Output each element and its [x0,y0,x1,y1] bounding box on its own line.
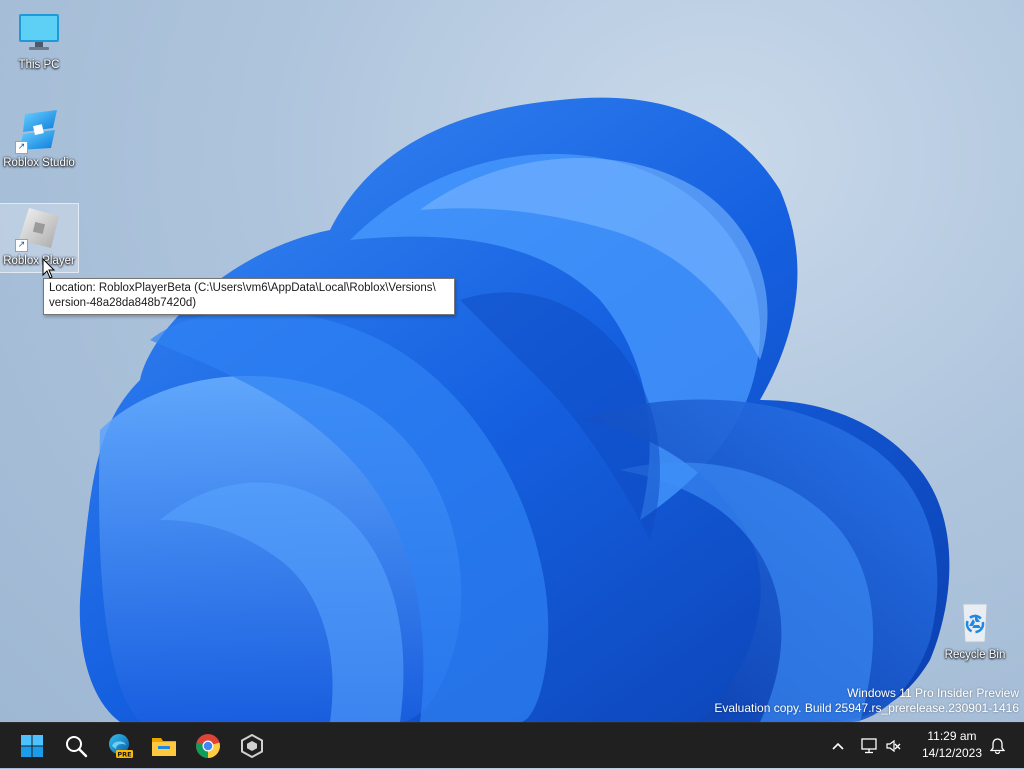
shortcut-arrow-icon: ↗ [15,141,28,154]
watermark-build: Evaluation copy. Build 25947.rs_prerelea… [714,701,1019,715]
start-icon [21,735,43,757]
tooltip-line-2: version-48a28da848b7420d) [49,297,197,309]
file-explorer-button[interactable] [145,727,183,765]
roblox-studio-icon: ↗ [15,106,63,154]
desktop-icon-this-pc[interactable]: This PC [0,8,79,71]
start-button[interactable] [13,727,51,765]
taskbar: PRE 11:29 am 14/12/2023 [0,722,1024,768]
file-explorer-icon [152,738,176,756]
edge-pre-badge: PRE [117,751,131,759]
desktop-icon-recycle-bin[interactable]: Recycle Bin [935,598,1015,661]
clock-date: 14/12/2023 [921,746,982,760]
roblox-player-icon: ↗ [15,204,63,252]
mouse-cursor-icon [42,258,56,279]
desktop-icon-roblox-studio[interactable]: ↗ Roblox Studio [0,106,79,169]
clock-button[interactable]: 11:29 am 14/12/2023 [922,728,982,762]
desktop-icon-label: This PC [18,59,60,71]
quick-settings-button[interactable] [858,723,904,769]
volume-muted-icon [886,739,901,753]
chrome-icon [196,734,220,758]
monitor-icon [15,8,63,56]
show-hidden-icons-button[interactable] [826,723,850,769]
desktop-icon-label: Roblox Player [3,255,75,267]
desktop-icon-label: Recycle Bin [944,649,1006,661]
wallpaper [79,97,950,722]
chevron-up-icon [832,742,844,750]
recycle-bin-icon [951,598,999,646]
network-icon [861,738,877,754]
bell-icon [989,738,1005,754]
roblox-studio-taskbar-button[interactable] [233,727,271,765]
search-button[interactable] [57,727,95,765]
notifications-button[interactable] [986,723,1008,769]
edge-preview-icon: PRE [109,734,133,759]
edge-preview-button[interactable]: PRE [101,727,139,765]
desktop-icon-roblox-player[interactable]: ↗ Roblox Player [0,203,79,273]
evaluation-watermark: Windows 11 Pro Insider Preview Evaluatio… [714,686,1019,716]
clock-time: 11:29 am [927,729,977,743]
tooltip-line-1: Location: RobloxPlayerBeta (C:\Users\vm6… [49,282,436,294]
shortcut-arrow-icon: ↗ [15,239,28,252]
watermark-edition: Windows 11 Pro Insider Preview [847,686,1019,700]
location-tooltip: Location: RobloxPlayerBeta (C:\Users\vm6… [43,278,455,315]
search-icon [66,736,88,758]
chrome-button[interactable] [189,727,227,765]
desktop-icon-label: Roblox Studio [3,157,75,169]
roblox-studio-taskbar-icon [241,734,263,758]
